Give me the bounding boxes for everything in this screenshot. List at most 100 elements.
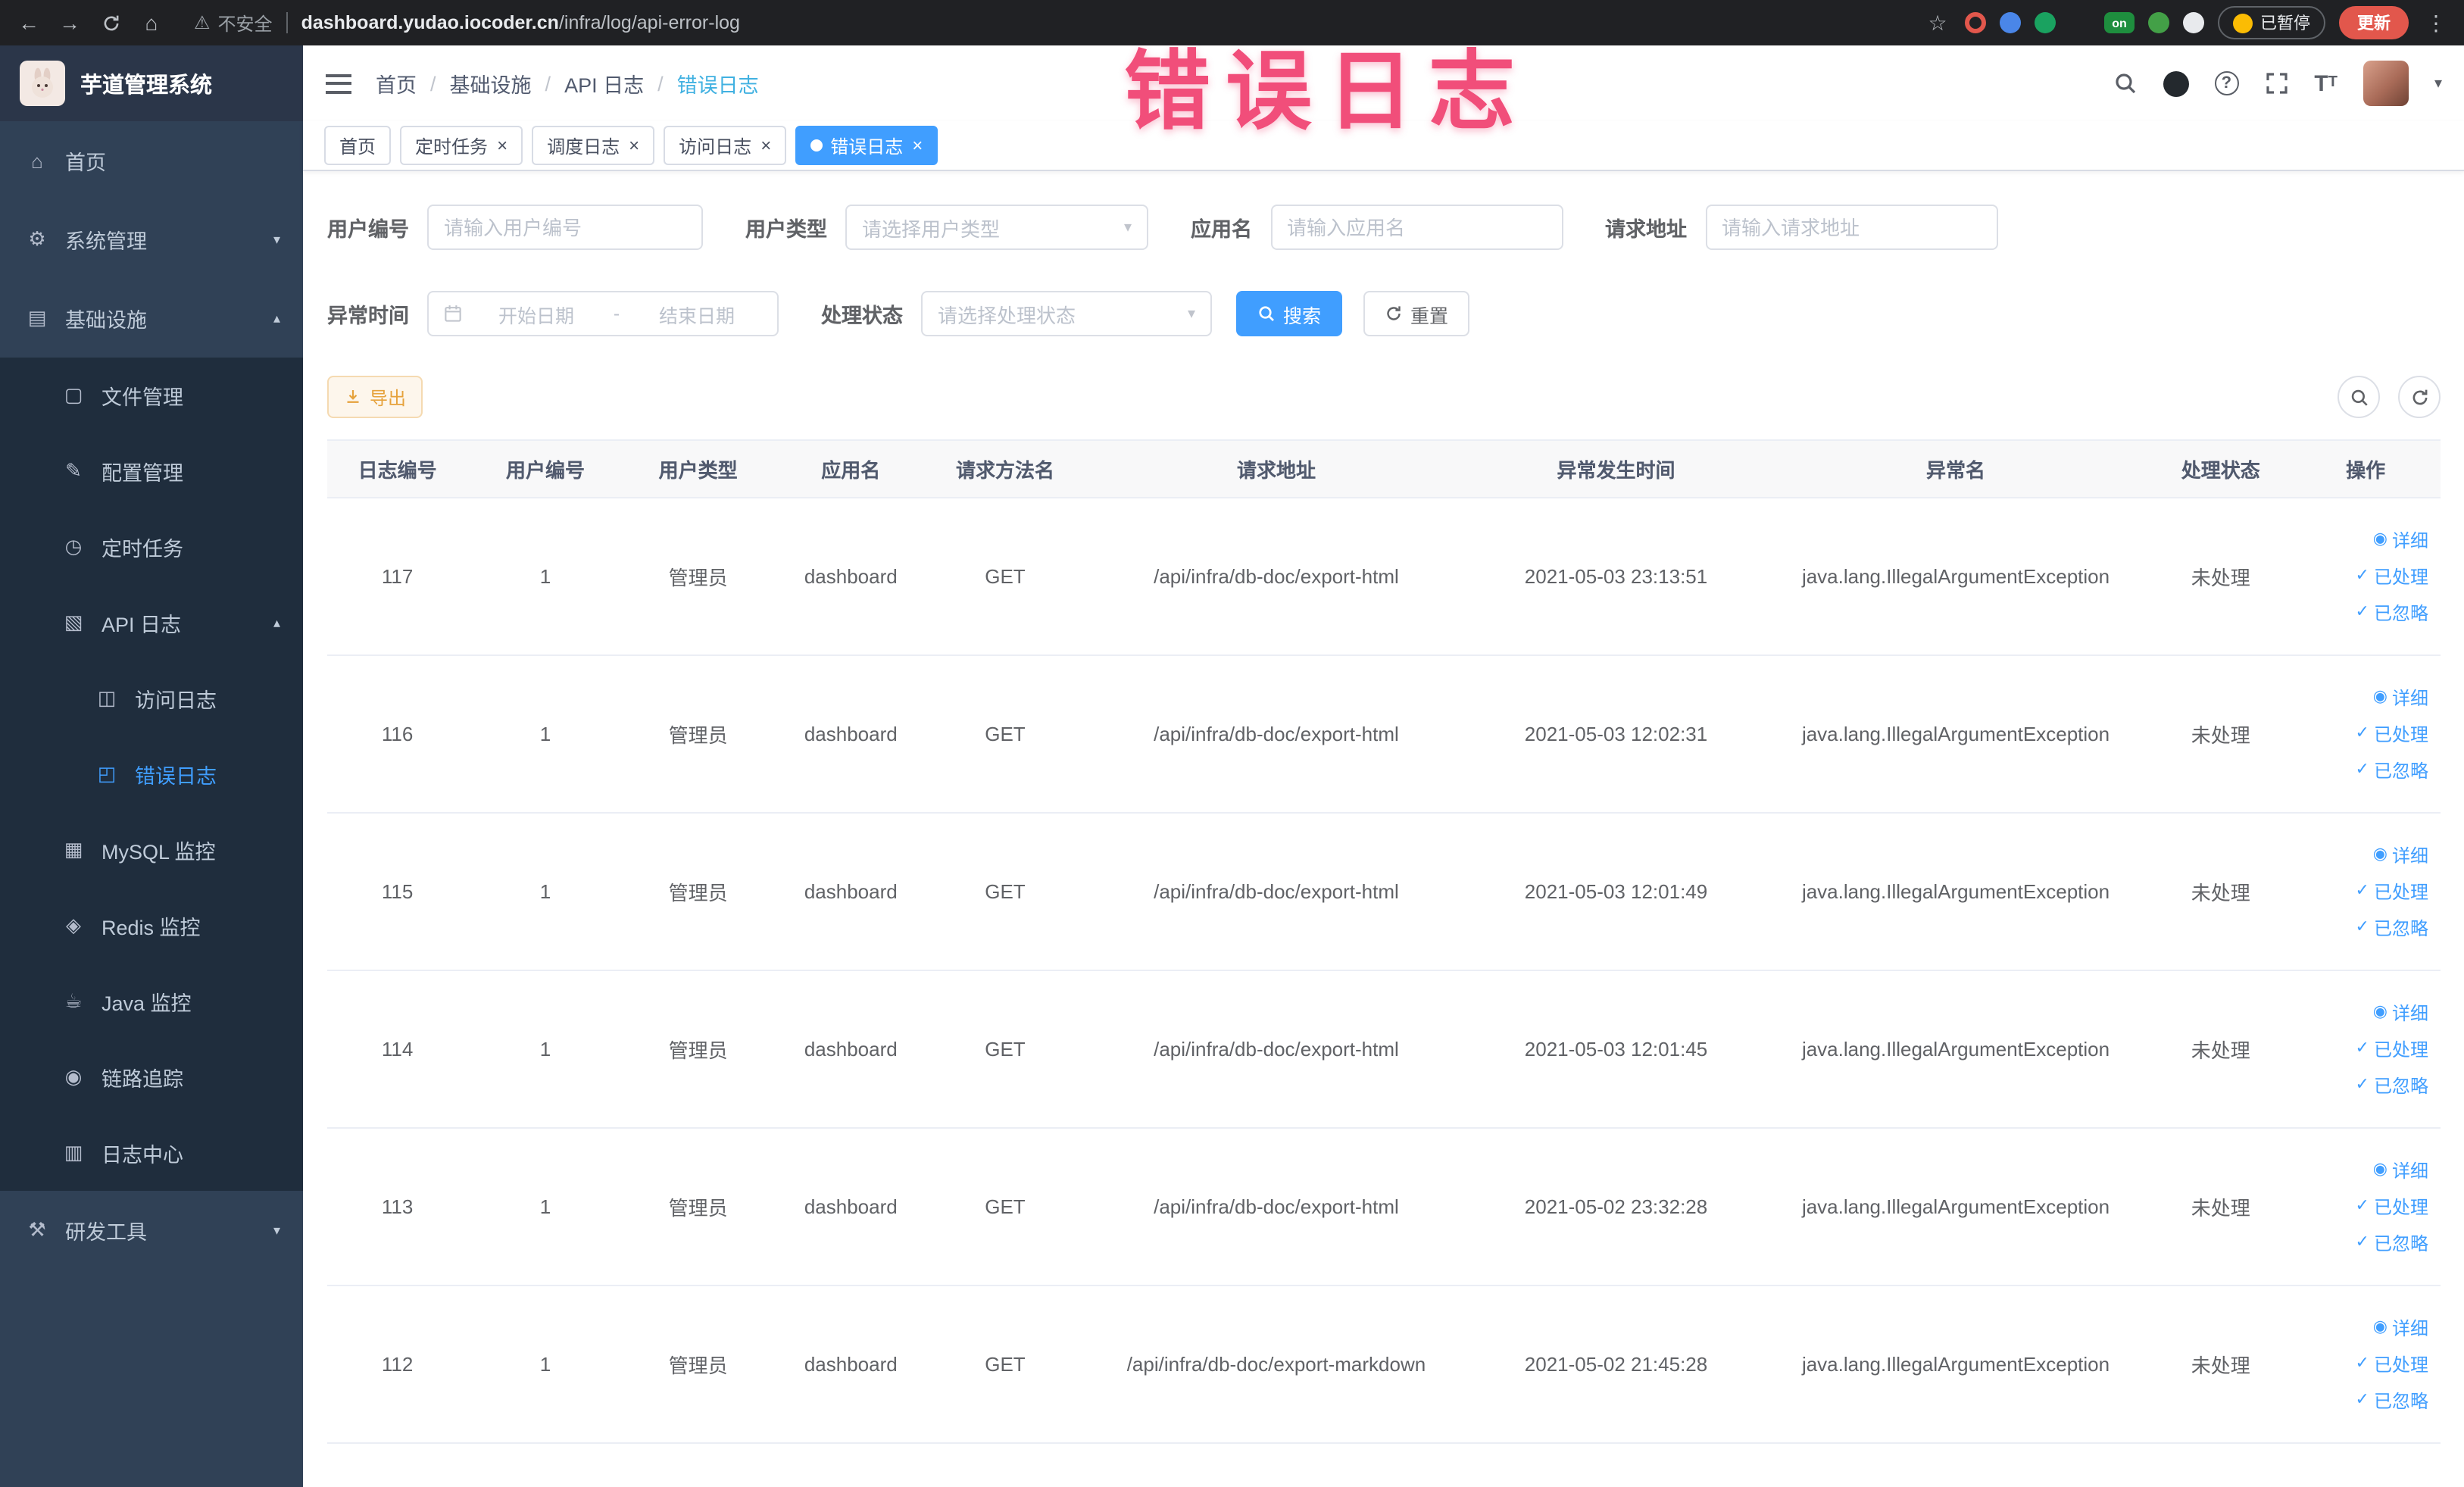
cell-time: 2021-05-02 23:32:28	[1471, 1128, 1761, 1286]
url-bar[interactable]: dashboard.yudao.iocoder.cn/infra/log/api…	[301, 12, 740, 33]
search-button[interactable]: 搜索	[1236, 291, 1343, 336]
action-processed-link[interactable]: ✓ 已处理	[2356, 564, 2428, 589]
extension-paw-icon[interactable]	[2183, 12, 2204, 33]
close-icon[interactable]: ×	[497, 136, 507, 155]
tab-item[interactable]: 调度日志 ×	[532, 126, 655, 165]
extension-icon-3[interactable]	[2035, 12, 2056, 33]
reload-icon[interactable]	[97, 11, 124, 34]
close-icon[interactable]: ×	[760, 136, 771, 155]
action-processed-link[interactable]: ✓ 已处理	[2356, 1036, 2428, 1062]
export-button[interactable]: 导出	[327, 376, 423, 418]
sidebar-item[interactable]: ◈ Redis 监控	[0, 888, 303, 964]
tab-item[interactable]: 错误日志 ×	[795, 126, 938, 165]
sidebar-item[interactable]: ▥ 日志中心	[0, 1115, 303, 1191]
action-ignored-link[interactable]: ✓ 已忽略	[2356, 1388, 2428, 1414]
breadcrumb-item[interactable]: 错误日志	[677, 68, 759, 98]
sidebar-item[interactable]: ▧ API 日志 ▴	[0, 585, 303, 661]
avatar[interactable]	[2363, 61, 2409, 106]
browser-home-icon[interactable]: ⌂	[138, 12, 165, 33]
action-detail-link[interactable]: ◉ 详细	[2373, 685, 2428, 711]
close-icon[interactable]: ×	[629, 136, 639, 155]
divider	[286, 12, 288, 33]
extension-icon-2[interactable]	[2000, 12, 2021, 33]
action-processed-link[interactable]: ✓ 已处理	[2356, 1351, 2428, 1377]
back-icon[interactable]: ←	[15, 12, 42, 33]
tab-item[interactable]: 定时任务 ×	[400, 126, 523, 165]
bookmark-star-icon[interactable]: ☆	[1924, 12, 1951, 33]
paused-extension-button[interactable]: 已暂停	[2218, 6, 2325, 39]
search-toggle-button[interactable]	[2338, 376, 2380, 418]
action-ignored-link[interactable]: ✓ 已忽略	[2356, 600, 2428, 626]
sidebar-item[interactable]: ▤ 基础设施 ▴	[0, 279, 303, 358]
request-url-input[interactable]	[1705, 205, 1997, 250]
refresh-button[interactable]	[2398, 376, 2441, 418]
process-status-select[interactable]: 请选择处理状态 ▾	[921, 291, 1212, 336]
action-label: 详细	[2391, 688, 2428, 709]
action-detail-link[interactable]: ◉ 详细	[2373, 842, 2428, 868]
reset-button[interactable]: 重置	[1363, 291, 1470, 336]
chevron-down-icon: ▾	[273, 231, 280, 246]
user-id-input[interactable]	[427, 205, 703, 250]
update-button[interactable]: 更新	[2339, 6, 2409, 39]
breadcrumb-item[interactable]: 基础设施	[450, 68, 532, 98]
chevron-up-icon: ▴	[273, 614, 280, 629]
sidebar-item[interactable]: ▢ 文件管理	[0, 358, 303, 433]
cell-actions: ◉ 详细 ✓ 已处理 ✓ 已忽略	[2291, 655, 2441, 814]
action-ignored-link[interactable]: ✓ 已忽略	[2356, 1073, 2428, 1098]
search-icon	[1259, 306, 1274, 321]
github-icon[interactable]	[2163, 70, 2189, 96]
sidebar-item[interactable]: ✎ 配置管理	[0, 433, 303, 509]
cell-id: 113	[327, 1128, 468, 1286]
tab-item[interactable]: 首页	[324, 126, 392, 165]
sidebar-item[interactable]: ◉ 链路追踪	[0, 1039, 303, 1115]
user-type-select[interactable]: 请选择用户类型 ▾	[845, 205, 1148, 250]
action-processed-link[interactable]: ✓ 已处理	[2356, 721, 2428, 747]
cell-user_type: 管理员	[623, 1128, 773, 1286]
action-processed-link[interactable]: ✓ 已处理	[2356, 879, 2428, 904]
check-icon: ✓	[2355, 567, 2369, 585]
help-icon[interactable]: ?	[2214, 71, 2239, 95]
action-detail-link[interactable]: ◉ 详细	[2373, 1000, 2428, 1026]
mysql-monitor-icon: ▦	[64, 838, 83, 861]
exception-time-range-picker[interactable]: 开始日期 - 结束日期	[427, 291, 779, 336]
sidebar: 芋道管理系统 ⌂ 首页 ⚙ 系统管理 ▾ ▤ 基础设施 ▴ ▢ 文件管理 ✎ 配置管理 ◷ 定时任务 ▧ AP…	[0, 45, 303, 1487]
action-detail-link[interactable]: ◉ 详细	[2373, 1157, 2428, 1183]
extension-icon-1[interactable]	[1965, 12, 1986, 33]
sidebar-item[interactable]: ⌂ 首页	[0, 121, 303, 200]
action-ignored-link[interactable]: ✓ 已忽略	[2356, 915, 2428, 941]
action-detail-link[interactable]: ◉ 详细	[2373, 527, 2428, 553]
security-indicator[interactable]: ⚠ 不安全	[194, 10, 273, 36]
sidebar-item[interactable]: ◰ 错误日志	[0, 736, 303, 812]
breadcrumb-item[interactable]: 首页	[376, 68, 417, 98]
action-detail-link[interactable]: ◉ 详细	[2373, 1315, 2428, 1341]
app-name-input[interactable]	[1270, 205, 1563, 250]
fullscreen-icon[interactable]	[2264, 71, 2288, 95]
sidebar-item[interactable]: ☕ Java 监控	[0, 964, 303, 1039]
sidebar-item[interactable]: ⚒ 研发工具 ▾	[0, 1191, 303, 1270]
browser-chrome: ← → ⌂ ⚠ 不安全 dashboard.yudao.iocoder.cn/i…	[0, 0, 2464, 45]
extension-grid-icon[interactable]	[2069, 12, 2091, 33]
close-icon[interactable]: ×	[912, 136, 923, 155]
search-icon[interactable]	[2113, 71, 2137, 95]
filter-request-url: 请求地址	[1605, 205, 1997, 250]
action-processed-link[interactable]: ✓ 已处理	[2356, 1194, 2428, 1220]
action-ignored-link[interactable]: ✓ 已忽略	[2356, 758, 2428, 783]
filter-user-id: 用户编号	[327, 205, 703, 250]
extension-on-badge[interactable]: on	[2104, 12, 2135, 33]
font-size-icon[interactable]: TT	[2314, 72, 2338, 95]
breadcrumb-item[interactable]: API 日志	[564, 68, 644, 98]
sidebar-item[interactable]: ▦ MySQL 监控	[0, 812, 303, 888]
sidebar-item[interactable]: ◷ 定时任务	[0, 509, 303, 585]
browser-menu-icon[interactable]: ⋮	[2422, 12, 2450, 33]
tab-item[interactable]: 访问日志 ×	[664, 126, 787, 165]
forward-icon[interactable]: →	[56, 12, 83, 33]
action-ignored-link[interactable]: ✓ 已忽略	[2356, 1230, 2428, 1256]
extension-leaf-icon[interactable]	[2148, 12, 2169, 33]
table-header-row: 日志编号 用户编号 用户类型 应用名 请求方法名 请求地址 异常发生时间 异常名 处理状态 操作	[327, 439, 2441, 498]
logo[interactable]: 芋道管理系统	[0, 45, 303, 121]
cell-app: dashboard	[773, 1128, 929, 1286]
hamburger-icon[interactable]	[326, 73, 351, 93]
chevron-down-icon[interactable]: ▾	[2434, 75, 2442, 92]
sidebar-item[interactable]: ◫ 访问日志	[0, 661, 303, 736]
sidebar-item[interactable]: ⚙ 系统管理 ▾	[0, 200, 303, 279]
